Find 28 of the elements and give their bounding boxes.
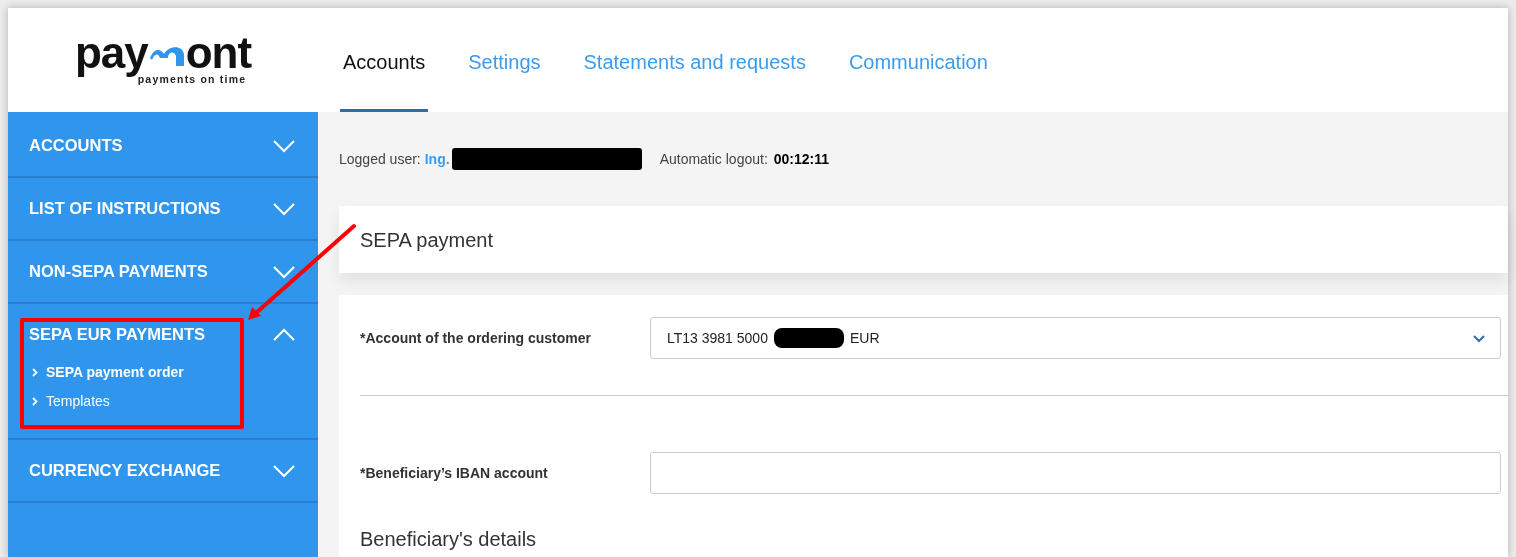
chevron-down-icon [272, 201, 296, 216]
logo: pay ont payments on time [73, 26, 253, 87]
logout-timer: Automatic logout: 00:12:11 [659, 149, 830, 169]
chevron-right-icon [32, 397, 38, 406]
sidebar-section[interactable]: ACCOUNTS [8, 115, 318, 176]
chevron-down-icon [1472, 333, 1486, 343]
section-title: Beneficiary's details [360, 527, 538, 552]
chevron-down-icon [272, 264, 296, 279]
logged-user: Logged user: Ing. [339, 149, 450, 169]
field-label: *Beneficiary’s IBAN account [360, 463, 549, 483]
sidebar-section[interactable]: NON-SEPA PAYMENTS [8, 241, 318, 302]
page-title: SEPA payment [360, 227, 494, 253]
iban-input[interactable] [650, 452, 1501, 494]
nav-tab[interactable]: Statements and requests [580, 8, 809, 112]
field-label: *Account of the ordering customer [360, 328, 593, 348]
sidebar-section[interactable]: SEPA EUR PAYMENTS [8, 304, 318, 365]
redaction-bar [773, 328, 844, 348]
nav-tab[interactable]: Settings [465, 8, 544, 112]
chevron-right-icon [32, 368, 38, 377]
chevron-down-icon [272, 138, 296, 153]
chevron-up-icon [272, 327, 296, 342]
account-select[interactable]: LT13 3981 5000 EUR [650, 317, 1501, 359]
sidebar-link[interactable]: SEPA payment order [32, 362, 318, 383]
chevron-down-icon [272, 463, 296, 478]
sidebar-section[interactable]: LIST OF INSTRUCTIONS [8, 178, 318, 239]
sidebar-section[interactable]: CURRENCY EXCHANGE [8, 440, 318, 501]
sidebar-link[interactable]: Templates [32, 391, 318, 412]
nav-tab[interactable]: Communication [845, 8, 991, 112]
